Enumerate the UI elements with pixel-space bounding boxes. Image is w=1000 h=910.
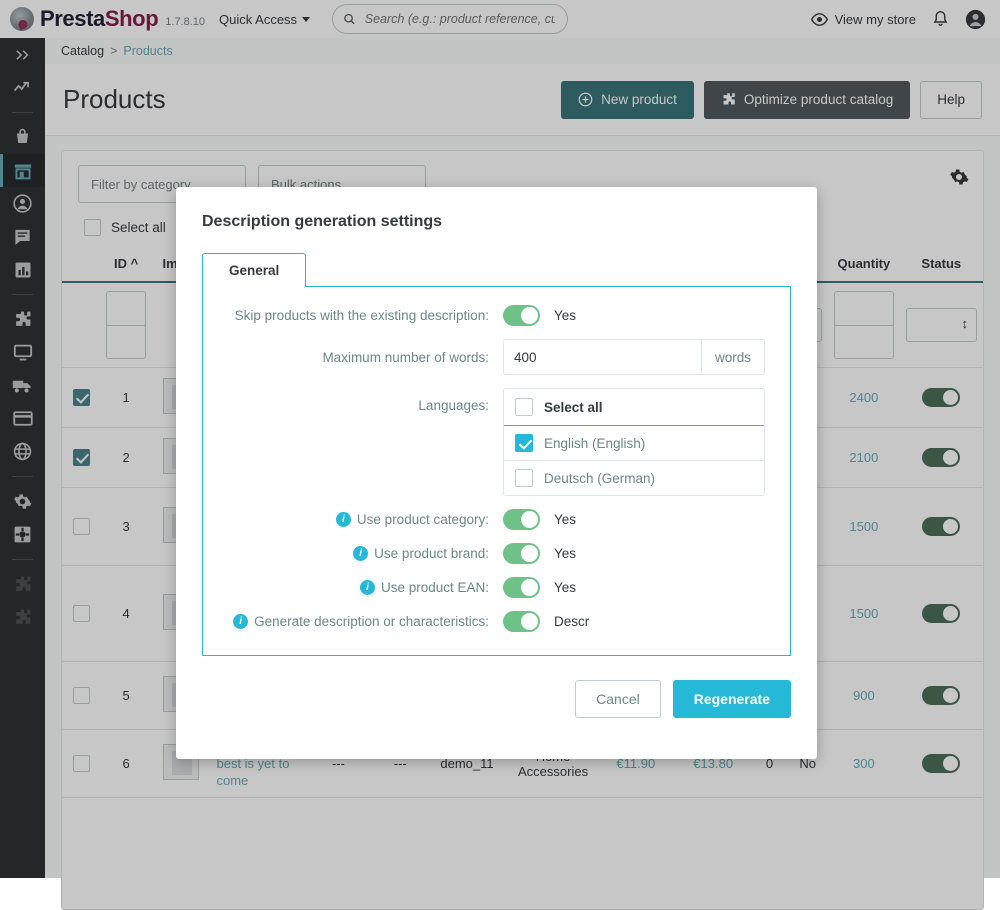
row-use-ean: i Use product EAN: Yes [203, 577, 790, 598]
skip-existing-toggle[interactable] [503, 305, 540, 326]
languages-select-all-checkbox[interactable] [515, 398, 533, 416]
row-skip-existing: Skip products with the existing descript… [203, 305, 790, 326]
row-generate-mode: i Generate description or characteristic… [203, 611, 790, 632]
description-generation-settings-dialog: Description generation settings General … [176, 187, 817, 759]
languages-select-all-row[interactable]: Select all [504, 389, 764, 426]
row-max-words: Maximum number of words: words [203, 339, 790, 375]
dialog-tabs: General [176, 231, 817, 287]
tab-panel-general: Skip products with the existing descript… [202, 286, 791, 656]
max-words-group: words [503, 339, 765, 375]
language-option-german[interactable]: Deutsch (German) [504, 461, 764, 495]
max-words-label: Maximum number of words: [203, 350, 503, 365]
skip-existing-value: Yes [554, 308, 576, 323]
use-brand-toggle[interactable] [503, 543, 540, 564]
dialog-actions: Cancel Regenerate [176, 656, 817, 718]
use-brand-label-wrap: i Use product brand: [203, 546, 503, 561]
skip-existing-label: Skip products with the existing descript… [203, 308, 503, 323]
row-languages: Languages: Select all English (English) … [203, 388, 790, 496]
use-brand-label: Use product brand: [374, 546, 489, 561]
use-ean-label-wrap: i Use product EAN: [203, 580, 503, 595]
row-use-category: i Use product category: Yes [203, 509, 790, 530]
use-category-label: Use product category: [357, 512, 489, 527]
dialog-title: Description generation settings [176, 187, 817, 231]
languages-list: Select all English (English) Deutsch (Ge… [503, 388, 765, 496]
tab-general[interactable]: General [202, 253, 306, 287]
use-category-value: Yes [554, 512, 576, 527]
cancel-button[interactable]: Cancel [575, 680, 661, 718]
generate-label-wrap: i Generate description or characteristic… [203, 614, 503, 629]
languages-select-all-label: Select all [544, 400, 603, 415]
language-option-english[interactable]: English (English) [504, 426, 764, 461]
languages-label: Languages: [203, 388, 503, 413]
regenerate-button[interactable]: Regenerate [673, 680, 791, 718]
use-ean-label: Use product EAN: [381, 580, 489, 595]
use-ean-value: Yes [554, 580, 576, 595]
language-german-checkbox[interactable] [515, 469, 533, 487]
info-icon[interactable]: i [353, 546, 368, 561]
language-english-label: English (English) [544, 436, 645, 451]
use-ean-toggle[interactable] [503, 577, 540, 598]
language-english-checkbox[interactable] [515, 434, 533, 452]
use-category-label-wrap: i Use product category: [203, 512, 503, 527]
info-icon[interactable]: i [336, 512, 351, 527]
row-use-brand: i Use product brand: Yes [203, 543, 790, 564]
generate-toggle[interactable] [503, 611, 540, 632]
use-brand-value: Yes [554, 546, 576, 561]
generate-value: Descr [554, 614, 589, 629]
generate-label: Generate description or characteristics: [254, 614, 489, 629]
info-icon[interactable]: i [360, 580, 375, 595]
max-words-input[interactable] [503, 339, 701, 375]
use-category-toggle[interactable] [503, 509, 540, 530]
info-icon[interactable]: i [233, 614, 248, 629]
language-german-label: Deutsch (German) [544, 471, 655, 486]
max-words-suffix: words [701, 339, 765, 375]
